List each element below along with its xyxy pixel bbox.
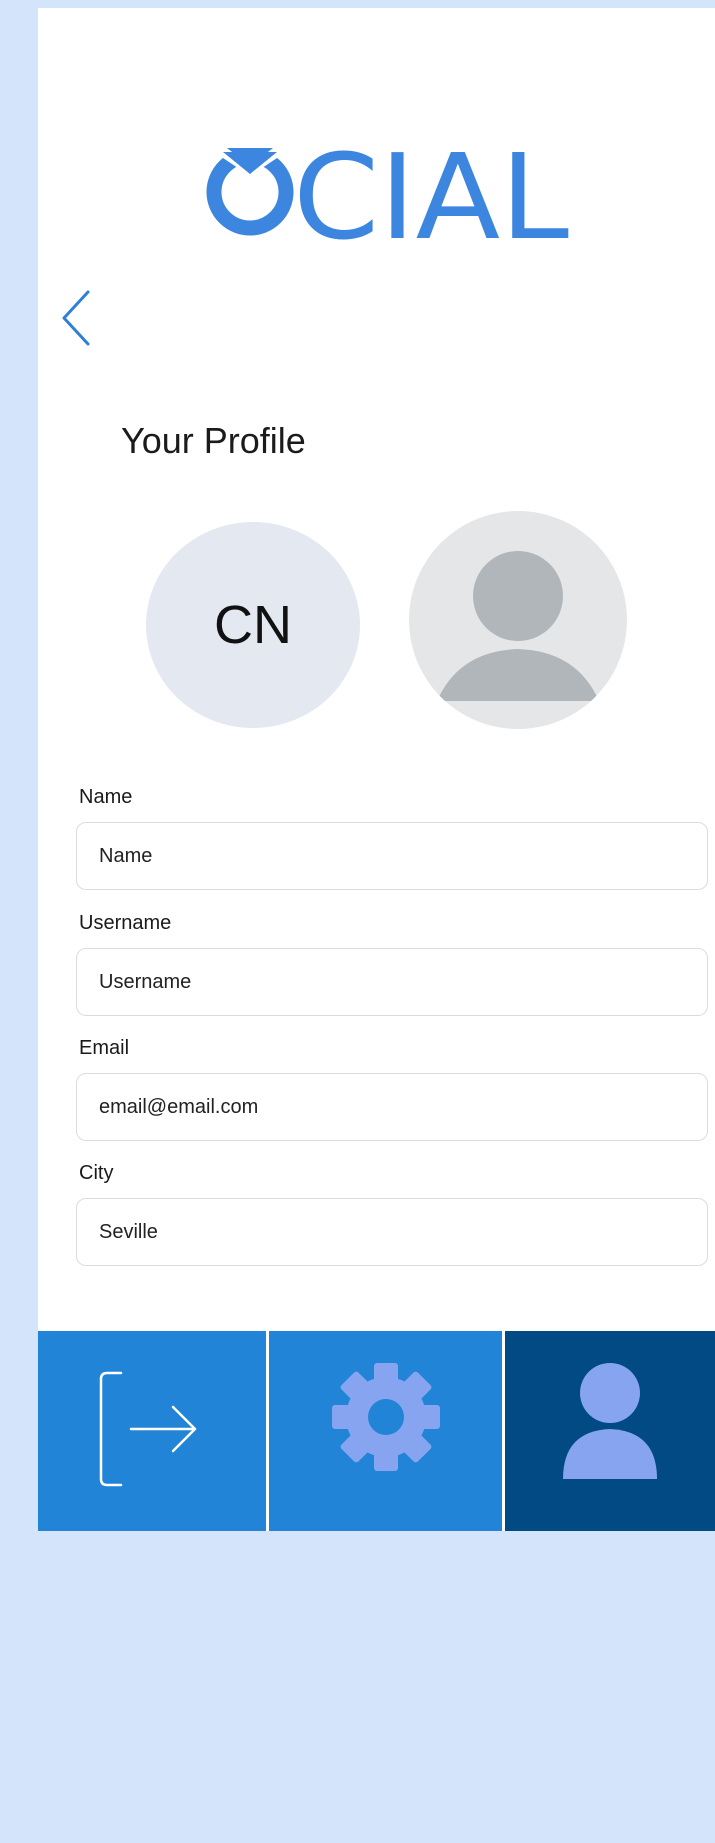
email-field[interactable]: [76, 1073, 708, 1141]
app-logo: CIAL: [206, 128, 569, 250]
name-label: Name: [79, 786, 133, 808]
username-label: Username: [79, 912, 172, 934]
user-icon: [563, 1363, 657, 1479]
chevron-left-icon: [62, 290, 90, 346]
city-label: City: [79, 1162, 114, 1184]
tab-settings[interactable]: [269, 1331, 502, 1531]
bottom-tab-bar: [38, 1331, 715, 1843]
profile-screen: CIAL Your Profile CN Name Username Email…: [38, 8, 715, 1531]
avatar-photo[interactable]: [409, 511, 627, 729]
gear-icon: [331, 1363, 440, 1471]
svg-text:CIAL: CIAL: [293, 128, 569, 250]
page-title: Your Profile: [121, 420, 306, 461]
back-button[interactable]: [58, 288, 98, 348]
city-field[interactable]: [76, 1198, 708, 1266]
username-field[interactable]: [76, 948, 708, 1016]
user-placeholder-icon: [437, 551, 599, 701]
tab-logout[interactable]: [38, 1331, 266, 1531]
avatar-initials: CN: [146, 522, 360, 728]
email-label: Email: [79, 1037, 130, 1059]
tab-profile[interactable]: [505, 1331, 715, 1531]
logout-icon: [99, 1371, 197, 1487]
name-field[interactable]: [76, 822, 708, 890]
